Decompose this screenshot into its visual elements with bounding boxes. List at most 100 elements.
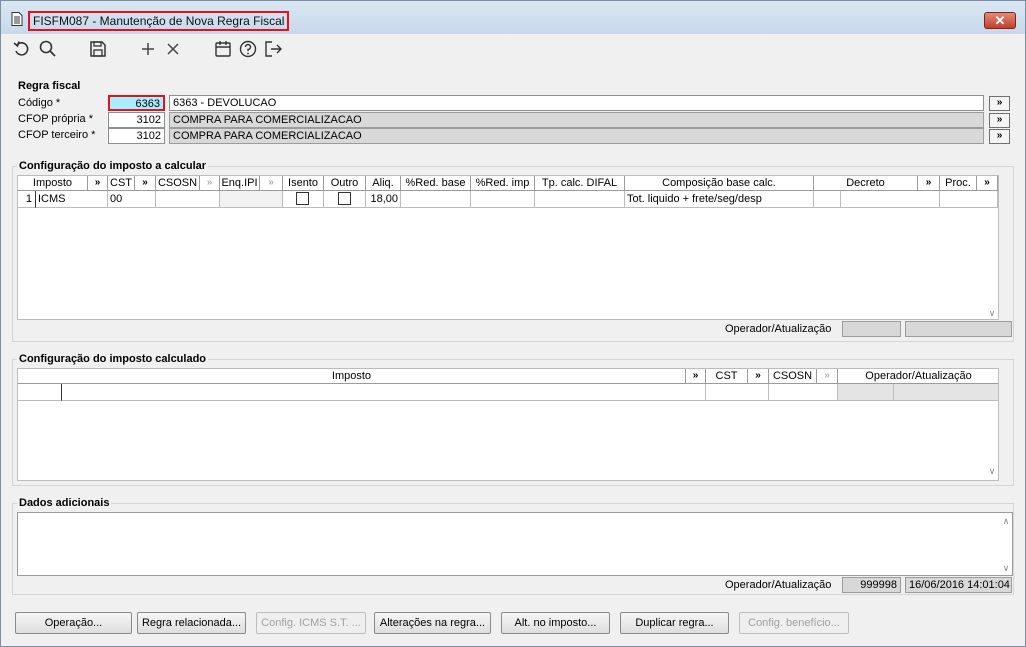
codigo-label: Código * <box>18 97 61 109</box>
cfop-terceiro-field[interactable]: 3102 <box>108 128 165 144</box>
dados-adicionais-title: Dados adicionais <box>17 497 112 509</box>
col-proc[interactable]: Proc. <box>940 176 977 191</box>
title-bar: FISFM087 - Manutenção de Nova Regra Fisc… <box>1 1 1025 34</box>
col-cst-calc[interactable]: CST <box>706 369 748 384</box>
cell-decreto-code[interactable] <box>814 191 841 208</box>
cfop-terceiro-label: CFOP terceiro * <box>18 129 96 141</box>
cell-csosn-calc[interactable] <box>769 384 838 401</box>
delete-icon[interactable] <box>163 39 183 59</box>
scroll-down-icon[interactable]: ∨ <box>1001 563 1011 573</box>
save-icon[interactable] <box>88 39 108 59</box>
window-title: FISFM087 - Manutenção de Nova Regra Fisc… <box>28 11 290 31</box>
cell-outro[interactable] <box>324 191 366 208</box>
col-cst-lookup[interactable]: » <box>135 176 156 191</box>
imposto-calculado-grid: Imposto » CST » CSOSN » Operador/Atualiz… <box>17 368 999 481</box>
regra-relacionada-button[interactable]: Regra relacionada... <box>137 612 246 634</box>
dados-adicionais-textarea[interactable]: ∧ ∨ <box>17 512 1013 576</box>
alteracoes-regra-button[interactable]: Alterações na regra... <box>374 612 491 634</box>
imposto-calcular-group: Configuração do imposto a calcular Impos… <box>12 160 1014 342</box>
col-cst[interactable]: CST <box>108 176 135 191</box>
cfop-propria-description: COMPRA PARA COMERCIALIZACAO <box>169 112 984 128</box>
cell-cst-calc[interactable] <box>706 384 769 401</box>
cfop-terceiro-lookup-button[interactable]: » <box>989 129 1010 144</box>
add-icon[interactable] <box>138 39 158 59</box>
cell-proc[interactable] <box>940 191 998 208</box>
cell-enq-ipi <box>220 191 283 208</box>
main-window: FISFM087 - Manutenção de Nova Regra Fisc… <box>0 0 1026 647</box>
outro-checkbox[interactable] <box>338 192 351 205</box>
search-icon[interactable] <box>38 39 58 59</box>
scroll-up-icon[interactable]: ∧ <box>1001 516 1011 526</box>
cell-composicao[interactable]: Tot. liquido + frete/seg/desp <box>625 191 814 208</box>
imposto-calculado-title: Configuração do imposto calculado <box>17 353 209 365</box>
cfop-propria-label: CFOP própria * <box>18 113 93 125</box>
col-decreto[interactable]: Decreto <box>814 176 918 191</box>
atualizacao-dados-field: 16/06/2016 14:01:04 <box>905 577 1012 593</box>
cfop-propria-lookup-button[interactable]: » <box>989 113 1010 128</box>
config-beneficio-button: Config. benefício... <box>739 612 849 634</box>
document-icon <box>11 12 23 26</box>
col-csosn[interactable]: CSOSN <box>156 176 200 191</box>
imposto-calcular-grid: Imposto » CST » CSOSN » Enq.IPI » Isento… <box>17 175 999 320</box>
col-isento[interactable]: Isento <box>283 176 324 191</box>
cell-imposto-calc[interactable] <box>62 384 706 401</box>
col-imposto-calc-lookup[interactable]: » <box>686 369 706 384</box>
col-csosn-lookup: » <box>200 176 220 191</box>
cell-imposto[interactable]: ICMS <box>36 191 108 208</box>
col-imposto[interactable]: Imposto <box>18 176 88 191</box>
col-tp-calc-difal[interactable]: Tp. calc. DIFAL <box>535 176 625 191</box>
col-outro[interactable]: Outro <box>324 176 366 191</box>
cell-red-imp[interactable] <box>471 191 535 208</box>
col-proc-lookup[interactable]: » <box>977 176 998 191</box>
col-imposto-calc[interactable]: Imposto <box>18 369 686 384</box>
dados-adicionais-group: Dados adicionais ∧ ∨ Operador/Atualizaçã… <box>12 497 1014 595</box>
cell-tp-calc-difal[interactable] <box>535 191 625 208</box>
regra-fiscal-title: Regra fiscal <box>16 80 83 92</box>
cfop-terceiro-description: COMPRA PARA COMERCIALIZACAO <box>169 128 984 144</box>
undo-icon[interactable] <box>12 39 32 59</box>
cell-operador-calc <box>838 384 894 401</box>
row-number <box>18 384 62 401</box>
col-red-base[interactable]: %Red. base <box>401 176 471 191</box>
close-button[interactable]: ✕ <box>984 12 1016 29</box>
calendar-icon[interactable] <box>213 39 233 59</box>
cell-red-base[interactable] <box>401 191 471 208</box>
cell-cst[interactable]: 00 <box>108 191 156 208</box>
cell-decreto[interactable] <box>841 191 940 208</box>
codigo-description-field[interactable]: 6363 - DEVOLUCAO <box>169 95 984 111</box>
col-red-imp[interactable]: %Red. imp <box>471 176 535 191</box>
cell-isento[interactable] <box>283 191 324 208</box>
col-enq-ipi[interactable]: Enq.IPI <box>220 176 260 191</box>
col-enq-ipi-lookup: » <box>260 176 283 191</box>
duplicar-regra-button[interactable]: Duplicar regra... <box>620 612 729 634</box>
form-client-area: Regra fiscal Código * 6363 6363 - DEVOLU… <box>4 64 1020 644</box>
col-csosn-calc[interactable]: CSOSN <box>769 369 817 384</box>
cell-aliq[interactable]: 18,00 <box>366 191 401 208</box>
operador-calcular-field <box>842 321 901 337</box>
codigo-lookup-button[interactable]: » <box>989 96 1010 111</box>
imposto-calcular-title: Configuração do imposto a calcular <box>17 160 209 172</box>
toolbar <box>2 34 1024 64</box>
row-number: 1 <box>18 191 36 208</box>
col-imposto-lookup[interactable]: » <box>88 176 108 191</box>
config-icms-st-button: Config. ICMS S.T. ... <box>256 612 366 634</box>
cfop-propria-field[interactable]: 3102 <box>108 112 165 128</box>
col-decreto-lookup[interactable]: » <box>918 176 940 191</box>
alt-imposto-button[interactable]: Alt. no imposto... <box>501 612 610 634</box>
operacao-button[interactable]: Operação... <box>15 612 132 634</box>
scroll-down-icon[interactable]: ∨ <box>987 308 997 318</box>
cell-atualizacao-calc <box>894 384 998 401</box>
col-operador-calc[interactable]: Operador/Atualização <box>838 369 998 384</box>
codigo-field[interactable]: 6363 <box>108 95 165 111</box>
col-composicao[interactable]: Composição base calc. <box>625 176 814 191</box>
scroll-down-icon[interactable]: ∨ <box>987 466 997 476</box>
help-icon[interactable] <box>238 39 258 59</box>
atualizacao-calcular-field <box>905 321 1012 337</box>
isento-checkbox[interactable] <box>296 192 309 205</box>
cell-csosn[interactable] <box>156 191 220 208</box>
col-aliq[interactable]: Aliq. <box>366 176 401 191</box>
imposto-calculado-group: Configuração do imposto calculado Impost… <box>12 353 1014 486</box>
col-cst-calc-lookup[interactable]: » <box>748 369 769 384</box>
exit-icon[interactable] <box>263 39 283 59</box>
operador-dados-label: Operador/Atualização <box>725 579 832 591</box>
